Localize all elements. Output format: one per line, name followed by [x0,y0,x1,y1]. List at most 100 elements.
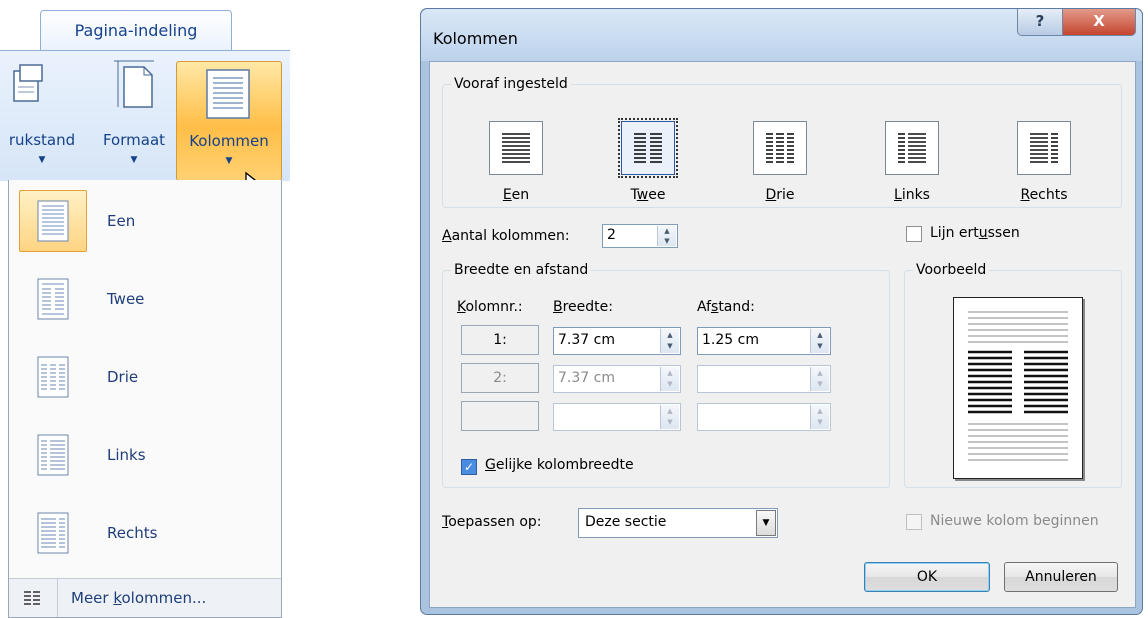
cancel-button[interactable]: Annuleren [1004,562,1118,592]
two-columns-icon [19,268,87,330]
one-column-icon [19,190,87,252]
left-column-icon [885,121,939,175]
three-columns-icon [19,346,87,408]
spacing-header: Afstand: [697,299,755,315]
preset-label: Drie [765,187,795,203]
spacing-spinner-1[interactable]: 1.25 cm ▲ ▼ [697,327,831,355]
columns-button[interactable]: Kolommen ▼ [176,61,282,181]
arrow-down-icon[interactable]: ▼ [661,341,679,351]
arrow-down-icon[interactable]: ▼ [811,341,829,351]
menu-item-twee[interactable]: Twee [9,260,281,338]
apply-to-label: Toepassen op: [442,514,542,530]
size-label: Formaat [102,131,166,149]
spacing-spinner-2: ▲ ▼ [697,365,831,393]
columns-icon [206,69,250,119]
preset-drie[interactable]: Drie [730,121,830,203]
columns-dropdown-menu: Een Twee Drie Links Rechts Meer kolommen… [8,180,282,618]
spacing-value-1: 1.25 cm [702,332,759,348]
presets-title: Vooraf ingesteld [451,75,571,93]
preset-label: Twee [630,187,666,203]
tab-pagina-indeling[interactable]: Pagina-indeling [40,10,232,51]
new-column-checkbox [906,514,922,530]
menu-item-label: Twee [107,290,145,308]
orientation-label: rukstand [8,131,76,149]
dialog-title: Kolommen [433,29,518,48]
two-columns-icon [618,118,678,178]
column-number-2: 2: [461,363,539,393]
arrow-down-icon[interactable]: ▼ [658,236,676,246]
columns-label: Kolommen [189,132,269,150]
right-column-icon [1017,121,1071,175]
chevron-down-icon[interactable]: ▼ [756,510,776,536]
width-spinner-3: ▲ ▼ [553,403,681,431]
preview-two-columns-icon [968,311,1068,461]
ribbon-group-page-setup: rukstand ▼ Formaat ▼ Kolommen ▼ [0,50,290,200]
one-column-icon [489,121,543,175]
width-header: Breedte: [553,299,613,315]
arrow-up-icon[interactable]: ▲ [661,330,679,340]
more-columns-label: Meer kolommen... [71,589,207,607]
menu-item-label: Een [107,212,136,230]
chevron-down-icon: ▼ [130,155,138,165]
line-between-label: Lijn ertussen [930,225,1020,241]
line-between-checkbox[interactable] [906,226,922,242]
ribbon-panel: Pagina-indeling rukstand ▼ Formaat ▼ Kol… [0,0,290,618]
preset-links[interactable]: Links [862,121,962,203]
arrow-up-icon: ▲ [667,369,673,377]
width-spinner-2: 7.37 cm ▲ ▼ [553,365,681,393]
help-button[interactable]: ? [1017,9,1063,36]
menu-item-more-columns[interactable]: Meer kolommen... [9,578,281,617]
width-value-2: 7.37 cm [558,370,615,386]
preset-een[interactable]: Een [466,121,566,203]
width-value-1: 7.37 cm [558,332,615,348]
left-column-icon [19,424,87,486]
arrow-up-icon: ▲ [817,369,823,377]
preset-label: Links [894,187,930,203]
preset-rechts[interactable]: Rechts [994,121,1094,203]
width-spinner-1[interactable]: 7.37 cm ▲ ▼ [553,327,681,355]
num-columns-value: 2 [607,227,616,243]
preset-label: Een [502,187,530,203]
column-number-1: 1: [461,325,539,355]
close-button[interactable]: X [1062,9,1136,36]
menu-item-label: Links [107,446,146,464]
width-spacing-title: Breedte en afstand [451,261,592,279]
column-number-header: Kolomnr.: [457,299,523,315]
apply-to-select[interactable]: Deze sectie ▼ [578,508,778,538]
arrow-up-icon: ▲ [817,407,823,415]
spinner-arrows[interactable]: ▲ ▼ [657,226,676,246]
page-orientation-icon [13,64,43,102]
arrow-down-icon: ▼ [667,418,673,426]
ok-button[interactable]: OK [864,562,990,592]
three-columns-icon [753,121,807,175]
divider [57,579,58,617]
column-number-3 [461,401,539,431]
spacing-spinner-3: ▲ ▼ [697,403,831,431]
width-spacing-group: Breedte en afstand Kolomnr.: Breedte: Af… [442,261,890,488]
chevron-down-icon: ▼ [38,155,46,165]
menu-item-drie[interactable]: Drie [9,338,281,416]
preset-twee[interactable]: Twee [598,118,698,203]
page-size-icon [114,60,154,108]
size-button[interactable]: Formaat ▼ [94,59,174,181]
arrow-up-icon[interactable]: ▲ [811,330,829,340]
equal-width-checkbox[interactable]: ✓ [461,459,477,475]
title-bar[interactable]: Kolommen ? X [421,9,1142,61]
columns-dialog: Kolommen ? X Vooraf ingesteld Een Twee D… [420,8,1143,615]
arrow-up-icon[interactable]: ▲ [658,226,676,236]
arrow-up-icon: ▲ [667,407,673,415]
menu-item-rechts[interactable]: Rechts [9,494,281,572]
right-column-icon [19,502,87,564]
presets-group: Vooraf ingesteld Een Twee Drie Links Rec… [442,75,1122,208]
menu-item-links[interactable]: Links [9,416,281,494]
menu-item-label: Rechts [107,524,158,542]
arrow-down-icon: ▼ [817,418,823,426]
equal-width-label: Gelijke kolombreedte [485,457,634,473]
num-columns-label: Aantal kolommen: [442,228,570,244]
new-column-label: Nieuwe kolom beginnen [930,513,1099,529]
orientation-button[interactable]: rukstand ▼ [0,59,90,181]
menu-item-een[interactable]: Een [9,182,281,260]
num-columns-spinner[interactable]: 2 ▲ ▼ [602,224,678,248]
menu-item-label: Drie [107,368,139,386]
arrow-down-icon: ▼ [667,380,673,388]
